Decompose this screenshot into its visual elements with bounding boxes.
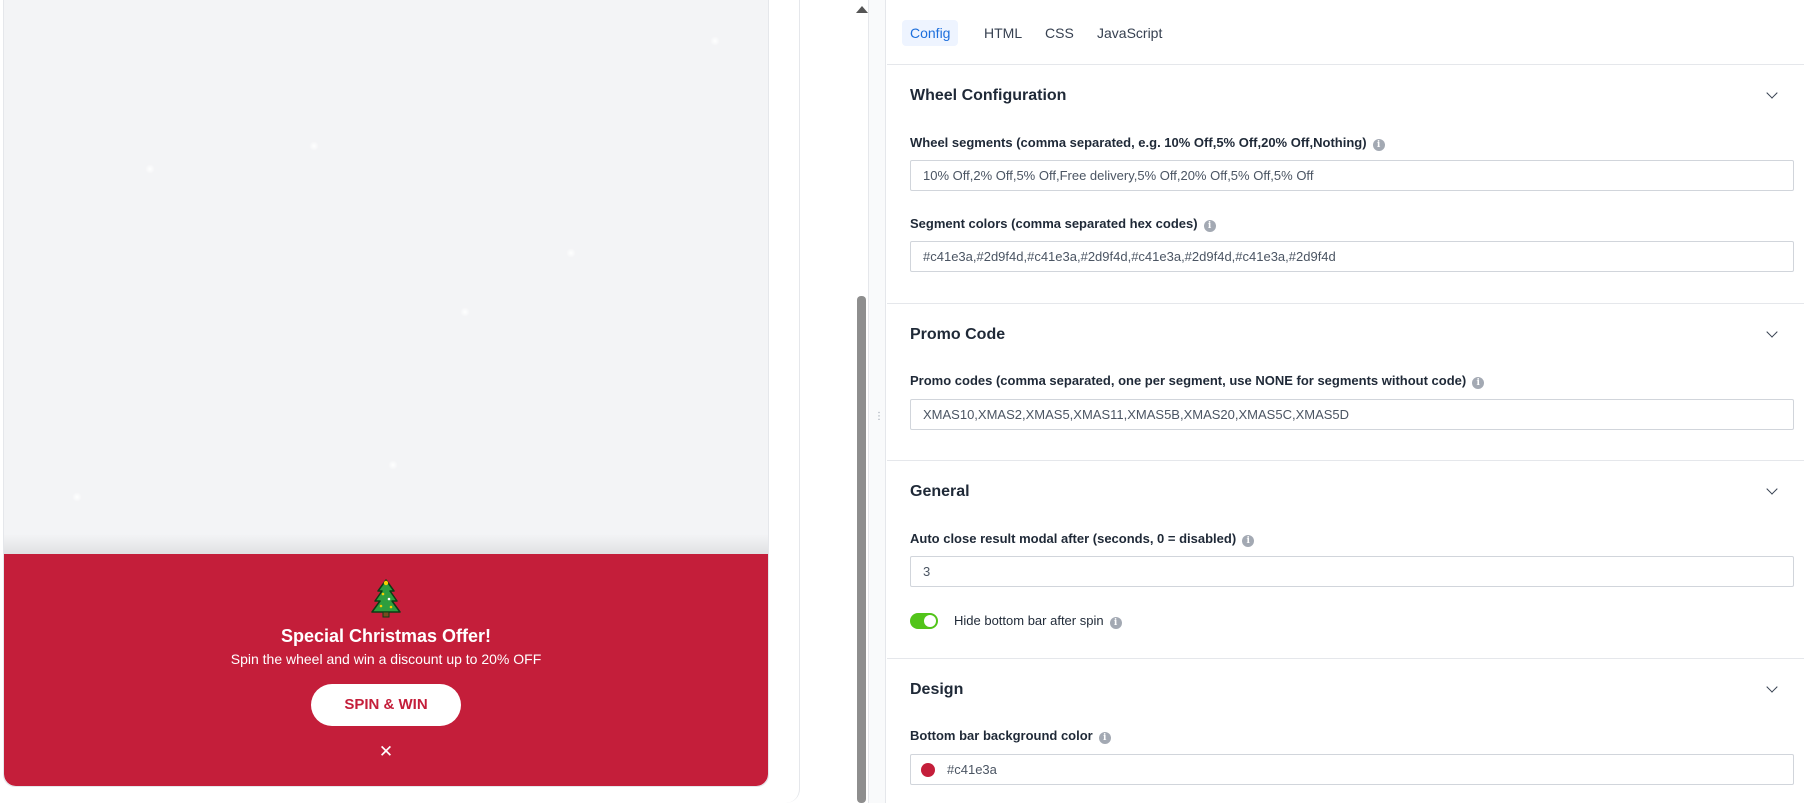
tab-css[interactable]: CSS: [1037, 20, 1082, 46]
snowflake: [710, 36, 720, 46]
toggle-knob: [924, 615, 936, 627]
segment-colors-input[interactable]: #c41e3a,#2d9f4d,#c41e3a,#2d9f4d,#c41e3a,…: [910, 241, 1794, 272]
tab-config[interactable]: Config: [902, 20, 959, 46]
section-design: Design Bottom bar background color i #c41…: [887, 659, 1804, 803]
config-panel: Config HTML CSS JavaScript Wheel Configu…: [887, 0, 1804, 803]
editor-tabs: Config HTML CSS JavaScript: [887, 0, 1804, 65]
info-icon[interactable]: i: [1098, 732, 1111, 744]
bar-bg-color-label: Bottom bar background color i: [910, 728, 1111, 744]
snowflake: [460, 307, 470, 317]
hide-bar-toggle[interactable]: [910, 613, 938, 629]
info-icon[interactable]: i: [1109, 617, 1122, 629]
chevron-down-icon[interactable]: [1766, 681, 1778, 693]
segment-colors-label: Segment colors (comma separated hex code…: [910, 216, 1216, 232]
section-general: General Auto close result modal after (s…: [887, 461, 1804, 659]
section-title[interactable]: Promo Code: [910, 326, 1005, 344]
snowflake: [145, 164, 155, 174]
wheel-segments-label: Wheel segments (comma separated, e.g. 10…: [910, 135, 1385, 151]
color-swatch[interactable]: [921, 763, 935, 777]
tab-html[interactable]: HTML: [976, 20, 1030, 46]
offer-subtitle: Spin the wheel and win a discount up to …: [230, 651, 542, 667]
promo-codes-input[interactable]: XMAS10,XMAS2,XMAS5,XMAS11,XMAS5B,XMAS20,…: [910, 399, 1794, 430]
label-text: Hide bottom bar after spin: [954, 613, 1104, 628]
chevron-down-icon[interactable]: [1766, 87, 1778, 99]
label-text: Auto close result modal after (seconds, …: [910, 531, 1237, 546]
auto-close-label: Auto close result modal after (seconds, …: [910, 531, 1255, 547]
bottom-bar: Special Christmas Offer! Spin the wheel …: [4, 554, 768, 786]
christmas-tree-icon: [371, 579, 401, 618]
preview-scrollbar[interactable]: [855, 0, 868, 803]
resize-divider[interactable]: ⋮⋮: [868, 0, 893, 803]
wheel-segments-input[interactable]: 10% Off,2% Off,5% Off,Free delivery,5% O…: [910, 160, 1794, 191]
label-text: Segment colors (comma separated hex code…: [910, 216, 1198, 231]
close-icon[interactable]: ✕: [379, 742, 393, 762]
snowflake: [566, 248, 576, 258]
label-text: Promo codes (comma separated, one per se…: [910, 373, 1467, 388]
label-text: Bottom bar background color: [910, 728, 1093, 743]
info-icon[interactable]: i: [1203, 220, 1216, 232]
spin-win-button[interactable]: SPIN & WIN: [311, 684, 461, 726]
color-value: #c41e3a: [947, 762, 997, 777]
section-promo-code: Promo Code Promo codes (comma separated,…: [887, 304, 1804, 461]
info-icon[interactable]: i: [1372, 139, 1385, 151]
info-icon[interactable]: i: [1472, 377, 1485, 389]
section-wheel-configuration: Wheel Configuration Wheel segments (comm…: [887, 65, 1804, 304]
chevron-down-icon[interactable]: [1766, 326, 1778, 338]
preview-frame: Special Christmas Offer! Spin the wheel …: [3, 0, 769, 787]
bar-bg-color-input[interactable]: #c41e3a: [910, 754, 1794, 785]
section-title[interactable]: Wheel Configuration: [910, 87, 1066, 105]
tab-javascript[interactable]: JavaScript: [1089, 20, 1170, 46]
info-icon[interactable]: i: [1242, 535, 1255, 547]
scroll-up-arrow-icon[interactable]: [856, 6, 868, 13]
snowflake: [72, 492, 82, 502]
snowflake: [388, 460, 398, 470]
label-text: Wheel segments (comma separated, e.g. 10…: [910, 135, 1367, 150]
chevron-down-icon[interactable]: [1766, 483, 1778, 495]
scrollbar-thumb[interactable]: [857, 296, 866, 803]
hide-bar-label: Hide bottom bar after spin i: [954, 613, 1122, 629]
preview-panel: Special Christmas Offer! Spin the wheel …: [0, 0, 800, 803]
section-title[interactable]: General: [910, 483, 970, 501]
offer-title: Special Christmas Offer!: [280, 626, 492, 646]
section-title[interactable]: Design: [910, 681, 963, 699]
promo-codes-label: Promo codes (comma separated, one per se…: [910, 373, 1485, 389]
auto-close-input[interactable]: 3: [910, 556, 1794, 587]
bar-shadow: [4, 534, 768, 554]
snowflake: [309, 141, 319, 151]
